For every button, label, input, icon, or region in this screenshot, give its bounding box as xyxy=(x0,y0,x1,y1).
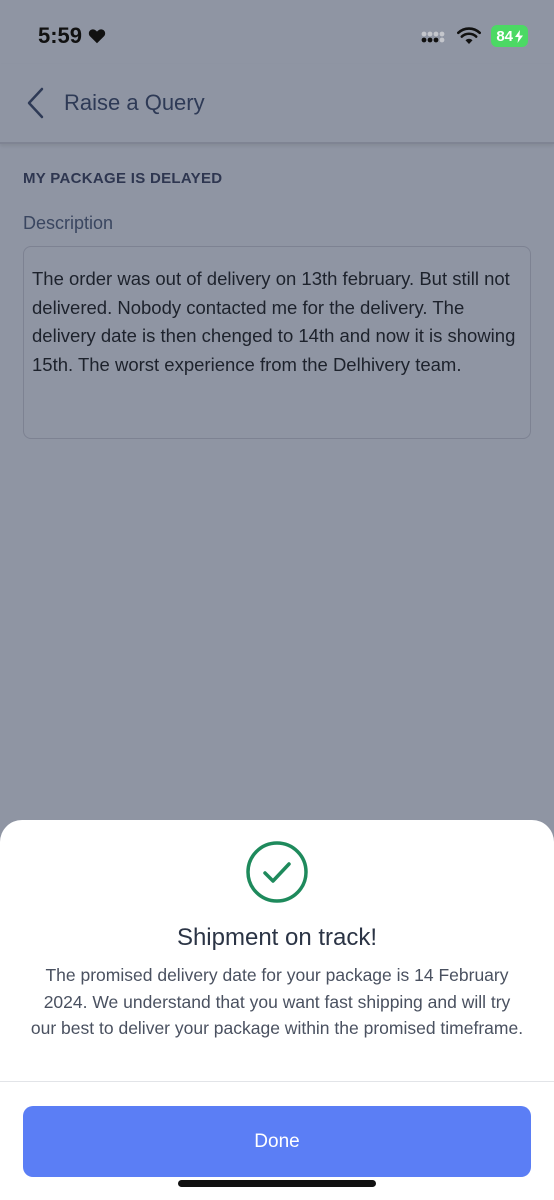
charging-bolt-icon xyxy=(515,29,523,43)
status-icons: 84 xyxy=(421,25,528,47)
description-field[interactable]: The order was out of delivery on 13th fe… xyxy=(23,246,531,439)
check-circle-icon xyxy=(246,841,308,903)
bottom-sheet: Shipment on track! The promised delivery… xyxy=(0,820,554,1200)
app-header: Raise a Query xyxy=(0,64,554,144)
done-button[interactable]: Done xyxy=(23,1106,531,1177)
wifi-icon xyxy=(457,27,482,44)
chevron-left-icon xyxy=(27,87,44,119)
status-bar: 5:59 84 xyxy=(0,0,554,64)
query-category: MY PACKAGE IS DELAYED xyxy=(23,170,223,187)
sheet-title: Shipment on track! xyxy=(176,924,378,951)
battery-icon: 84 xyxy=(491,25,528,47)
sheet-message: The promised delivery date for your pack… xyxy=(30,965,524,1038)
home-indicator[interactable] xyxy=(178,1180,376,1187)
query-content: MY PACKAGE IS DELAYED Description The or… xyxy=(23,145,531,439)
back-button[interactable] xyxy=(20,83,50,123)
signal-icon xyxy=(421,31,445,43)
status-time-group: 5:59 xyxy=(38,23,106,49)
sheet-divider xyxy=(0,1081,554,1082)
heart-icon xyxy=(88,29,106,44)
battery-level: 84 xyxy=(496,27,513,45)
status-time: 5:59 xyxy=(38,23,83,48)
page-title: Raise a Query xyxy=(64,90,205,115)
description-label: Description xyxy=(23,213,114,233)
